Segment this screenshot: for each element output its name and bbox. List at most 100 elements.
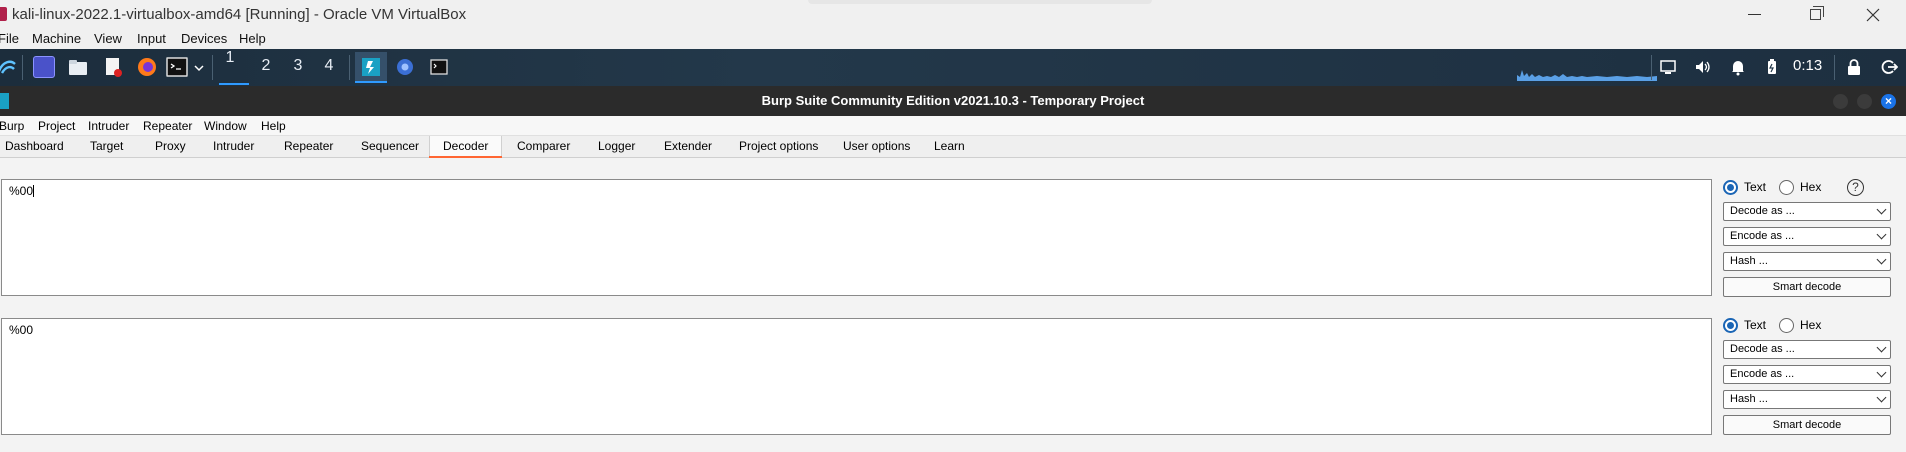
panel-separator	[212, 55, 213, 80]
lock-icon[interactable]	[1845, 58, 1863, 76]
cpu-usage-graph	[1517, 70, 1657, 81]
vbox-menu-input[interactable]: Input	[137, 31, 166, 46]
burp-menu-intruder[interactable]: Intruder	[88, 119, 129, 133]
encode-as-dropdown[interactable]: Encode as ...	[1723, 365, 1891, 384]
burp-maximize-button[interactable]	[1857, 94, 1872, 109]
burp-close-button[interactable]: ×	[1881, 94, 1896, 109]
close-icon: ×	[1884, 94, 1892, 108]
burp-suite-taskbar-button[interactable]	[355, 52, 387, 83]
vbox-window-title: kali-linux-2022.1-virtualbox-amd64 [Runn…	[12, 6, 467, 23]
tab-extender[interactable]: Extender	[664, 139, 712, 153]
firefox-icon[interactable]	[136, 56, 158, 78]
kali-top-panel: 1 2 3 4 0:13	[0, 49, 1906, 86]
volume-icon[interactable]	[1694, 58, 1712, 76]
help-icon[interactable]: ?	[1847, 179, 1864, 196]
text-editor-icon[interactable]	[102, 56, 124, 78]
text-caret	[33, 185, 35, 197]
workspace-4[interactable]: 4	[318, 57, 340, 75]
restore-button[interactable]	[1790, 0, 1840, 29]
decoder-output-text: %00	[9, 323, 34, 337]
chevron-down-icon[interactable]	[194, 63, 204, 73]
battery-icon[interactable]	[1763, 58, 1781, 76]
logout-icon[interactable]	[1880, 58, 1898, 76]
burp-menu-burp[interactable]: Burp	[0, 119, 24, 133]
display-icon[interactable]	[1659, 58, 1677, 76]
text-radio-label: Text	[1744, 180, 1767, 194]
tab-decoder[interactable]: Decoder	[443, 139, 488, 153]
tab-sequencer[interactable]: Sequencer	[361, 139, 419, 153]
chevron-down-icon	[1876, 229, 1887, 240]
decode-as-label: Decode as ...	[1730, 205, 1795, 217]
workspace-1-label: 1	[225, 49, 235, 66]
chromium-icon[interactable]	[394, 56, 416, 78]
chevron-down-icon	[1876, 342, 1887, 353]
desktop-icon[interactable]	[33, 56, 55, 78]
hash-dropdown[interactable]: Hash ...	[1723, 252, 1891, 271]
burp-tool-tabs: Dashboard Target Proxy Intruder Repeater…	[0, 136, 1906, 158]
bell-icon[interactable]	[1729, 58, 1747, 76]
decode-as-dropdown[interactable]: Decode as ...	[1723, 340, 1891, 359]
minimize-icon	[1747, 14, 1761, 15]
vbox-menu-devices[interactable]: Devices	[181, 31, 227, 46]
tab-proxy[interactable]: Proxy	[155, 139, 186, 153]
panel-separator	[1834, 55, 1835, 80]
panel-separator	[349, 55, 350, 80]
close-button[interactable]	[1848, 0, 1898, 29]
tab-target[interactable]: Target	[90, 139, 123, 153]
tab-repeater[interactable]: Repeater	[284, 139, 333, 153]
minimize-button[interactable]	[1729, 0, 1779, 29]
decode-as-dropdown[interactable]: Decode as ...	[1723, 202, 1891, 221]
chevron-down-icon	[1876, 392, 1887, 403]
hex-radio[interactable]	[1779, 180, 1794, 195]
smart-decode-button[interactable]: Smart decode	[1723, 415, 1891, 435]
burp-window-title: Burp Suite Community Edition v2021.10.3 …	[761, 93, 1145, 108]
hex-radio[interactable]	[1779, 318, 1794, 333]
burp-menu-help[interactable]: Help	[261, 119, 286, 133]
decoder-output-pane[interactable]: %00	[1, 318, 1712, 435]
text-radio[interactable]	[1723, 318, 1738, 333]
text-radio-label: Text	[1744, 318, 1767, 332]
tab-learn[interactable]: Learn	[934, 139, 965, 153]
tab-dashboard[interactable]: Dashboard	[5, 139, 64, 153]
encode-as-dropdown[interactable]: Encode as ...	[1723, 227, 1891, 246]
encode-as-label: Encode as ...	[1730, 230, 1795, 242]
vbox-menu-file[interactable]: File	[0, 31, 19, 46]
hash-dropdown[interactable]: Hash ...	[1723, 390, 1891, 409]
burp-minimize-button[interactable]	[1833, 94, 1848, 109]
burp-menu-repeater[interactable]: Repeater	[143, 119, 192, 133]
hex-radio-label: Hex	[1800, 180, 1822, 194]
tab-logger[interactable]: Logger	[598, 139, 635, 153]
vbox-menu-help[interactable]: Help	[239, 31, 266, 46]
burp-menu-window[interactable]: Window	[204, 119, 247, 133]
burp-menubar: Burp Project Intruder Repeater Window He…	[0, 116, 1906, 136]
terminal-small-icon[interactable]	[428, 56, 450, 78]
file-manager-icon[interactable]	[67, 56, 89, 78]
format-radio-group: Text Hex ?	[1723, 179, 1893, 199]
tab-intruder[interactable]: Intruder	[213, 139, 254, 153]
workspace-3[interactable]: 3	[287, 57, 309, 75]
tab-project-options[interactable]: Project options	[739, 139, 818, 153]
workspace-2[interactable]: 2	[255, 57, 277, 75]
vbox-menu-view[interactable]: View	[94, 31, 122, 46]
tab-user-options[interactable]: User options	[843, 139, 910, 153]
vbox-window-titlebar: kali-linux-2022.1-virtualbox-amd64 [Runn…	[0, 0, 1906, 29]
hash-label: Hash ...	[1730, 255, 1768, 267]
decoder-input-pane[interactable]: %00	[1, 179, 1712, 296]
decode-as-label: Decode as ...	[1730, 343, 1795, 355]
smart-decode-button[interactable]: Smart decode	[1723, 277, 1891, 297]
workspace-1[interactable]: 1	[219, 49, 249, 86]
text-radio[interactable]	[1723, 180, 1738, 195]
kali-menu-icon[interactable]	[0, 56, 18, 78]
hash-label: Hash ...	[1730, 393, 1768, 405]
active-workspace-indicator	[219, 83, 249, 85]
encode-as-label: Encode as ...	[1730, 368, 1795, 380]
vbox-menu-machine[interactable]: Machine	[32, 31, 81, 46]
panel-clock[interactable]: 0:13	[1793, 57, 1822, 74]
burp-window-titlebar: Burp Suite Community Edition v2021.10.3 …	[0, 86, 1906, 116]
panel-separator	[22, 55, 23, 80]
burp-menu-project[interactable]: Project	[38, 119, 75, 133]
vbox-menubar: File Machine View Input Devices Help	[0, 29, 1906, 49]
virtualbox-icon	[0, 7, 7, 21]
terminal-icon[interactable]	[166, 56, 188, 78]
tab-comparer[interactable]: Comparer	[517, 139, 570, 153]
